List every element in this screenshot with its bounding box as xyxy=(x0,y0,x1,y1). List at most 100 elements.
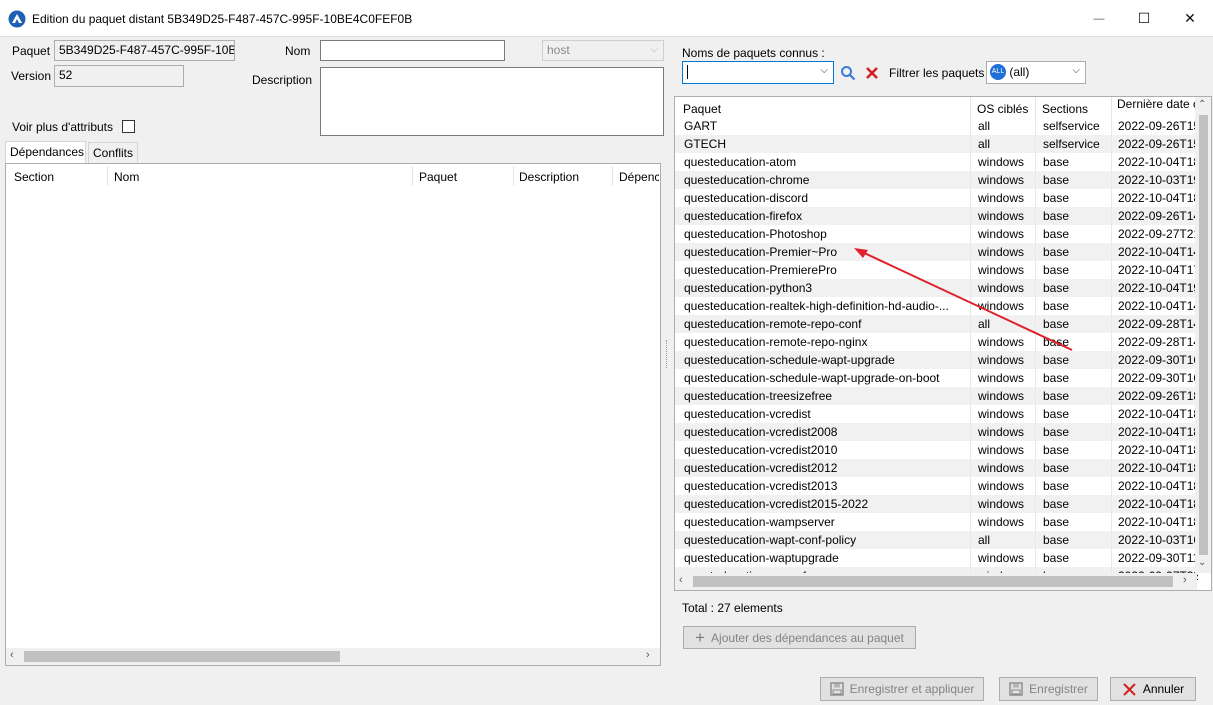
deps-col-paquet[interactable]: Paquet xyxy=(419,170,457,184)
known-col-sections[interactable]: Sections xyxy=(1042,102,1088,116)
deps-scroll-thumb[interactable] xyxy=(24,651,340,662)
row-date: 2022-09-28T14 xyxy=(1118,317,1198,331)
known-vertical-scrollbar[interactable]: ⌃ ⌄ xyxy=(1195,97,1211,573)
deps-col-section[interactable]: Section xyxy=(14,170,54,184)
deps-col-dependance[interactable]: Dépenc xyxy=(619,170,659,184)
filter-value: (all) xyxy=(1009,65,1030,79)
cell-divider xyxy=(1111,153,1112,171)
host-select[interactable]: host ⌵ xyxy=(542,40,664,61)
cancel-button[interactable]: Annuler xyxy=(1110,677,1196,701)
row-section: base xyxy=(1043,425,1070,439)
paquet-field[interactable]: 5B349D25-F487-457C-995F-10BE4 xyxy=(54,40,235,61)
known-col-divider[interactable] xyxy=(970,97,971,119)
scroll-left-icon[interactable]: ‹ xyxy=(10,649,14,661)
deps-col-divider[interactable] xyxy=(412,166,413,186)
table-row[interactable]: questeducation-waptupgrade windows base 202… xyxy=(675,549,1198,567)
known-vscroll-thumb[interactable] xyxy=(1199,115,1208,555)
cell-divider xyxy=(1111,549,1112,567)
minimize-button[interactable]: — xyxy=(1076,0,1122,37)
window-title: Edition du paquet distant 5B349D25-F487-… xyxy=(32,12,413,26)
row-date: 2022-09-26T15 xyxy=(1118,137,1198,151)
table-row[interactable]: questeducation-schedule-wapt-upgrade-on-… xyxy=(675,369,1198,387)
deps-col-divider[interactable] xyxy=(107,166,108,186)
row-date: 2022-10-03T16 xyxy=(1118,533,1198,547)
cell-divider xyxy=(1111,423,1112,441)
deps-col-description[interactable]: Description xyxy=(519,170,579,184)
clear-icon[interactable] xyxy=(865,66,879,80)
table-row[interactable]: questeducation-Photoshop windows base 2022-… xyxy=(675,225,1198,243)
cell-divider xyxy=(1111,531,1112,549)
known-col-divider[interactable] xyxy=(1035,97,1036,119)
table-row[interactable]: GART all selfservice 2022-09-26T15 xyxy=(675,117,1198,135)
deps-horizontal-scrollbar[interactable]: ‹ › xyxy=(6,648,660,665)
table-row[interactable]: questeducation-wapt-conf-policy all base 20… xyxy=(675,531,1198,549)
row-date: 2022-10-04T19 xyxy=(1118,281,1198,295)
version-field[interactable]: 52 xyxy=(54,65,184,87)
known-col-paquet[interactable]: Paquet xyxy=(683,102,721,116)
row-os: windows xyxy=(978,353,1025,367)
row-section: base xyxy=(1043,353,1070,367)
table-row[interactable]: questeducation-treesizefree windows base 20… xyxy=(675,387,1198,405)
scroll-right-icon[interactable]: › xyxy=(646,649,650,661)
row-date: 2022-10-03T19 xyxy=(1118,173,1198,187)
known-horizontal-scrollbar[interactable]: ‹ › xyxy=(675,573,1197,590)
scroll-right-icon[interactable]: › xyxy=(1183,574,1187,586)
tab-dependances[interactable]: Dépendances xyxy=(5,141,86,163)
save-button[interactable]: Enregistrer xyxy=(999,677,1098,701)
scroll-up-icon[interactable]: ⌃ xyxy=(1198,99,1206,110)
row-os: windows xyxy=(978,425,1025,439)
row-section: base xyxy=(1043,515,1070,529)
row-date: 2022-09-26T15 xyxy=(1118,119,1198,133)
known-hscroll-thumb[interactable] xyxy=(693,576,1173,587)
cell-divider xyxy=(1111,495,1112,513)
table-row[interactable]: questeducation-vcredist2010 windows base 20… xyxy=(675,441,1198,459)
row-section: base xyxy=(1043,155,1070,169)
scroll-down-icon[interactable]: ⌄ xyxy=(1198,557,1206,568)
scroll-left-icon[interactable]: ‹ xyxy=(679,574,683,586)
close-window-button[interactable]: ✕ xyxy=(1167,0,1213,37)
table-row[interactable]: GTECH all selfservice 2022-09-26T15 xyxy=(675,135,1198,153)
cell-divider xyxy=(970,135,971,153)
table-row[interactable]: questeducation-vcredist2008 windows base 20… xyxy=(675,423,1198,441)
cancel-label: Annuler xyxy=(1142,682,1185,696)
save-apply-button[interactable]: Enregistrer et appliquer xyxy=(820,677,984,701)
row-date: 2022-10-04T18 xyxy=(1118,479,1198,493)
table-row[interactable]: questeducation-vcredist2013 windows base 20… xyxy=(675,477,1198,495)
known-col-os[interactable]: OS ciblés xyxy=(977,102,1028,116)
table-row[interactable]: questeducation-discord windows base 2022-10… xyxy=(675,189,1198,207)
dependencies-table[interactable]: Section Nom Paquet Description Dépenc ‹ … xyxy=(5,163,661,666)
description-field[interactable] xyxy=(320,67,664,136)
row-paquet: questeducation-discord xyxy=(684,191,809,205)
row-os: windows xyxy=(978,479,1025,493)
more-attrs-checkbox[interactable] xyxy=(122,120,135,133)
table-row[interactable]: questeducation-firefox windows base 2022-09… xyxy=(675,207,1198,225)
row-date: 2022-10-04T18 xyxy=(1118,155,1198,169)
splitter-handle[interactable] xyxy=(666,340,668,368)
table-row[interactable]: questeducation-vcredist windows base 2022-1… xyxy=(675,405,1198,423)
add-dependencies-button[interactable]: + Ajouter des dépendances au paquet xyxy=(683,626,916,649)
cell-divider xyxy=(1111,297,1112,315)
table-row[interactable]: questeducation-chrome windows base 2022-10-… xyxy=(675,171,1198,189)
known-col-date[interactable]: Dernière date c xyxy=(1117,97,1197,111)
deps-col-divider[interactable] xyxy=(612,166,613,186)
table-row[interactable]: questeducation-vcredist2015-2022 windows b… xyxy=(675,495,1198,513)
table-row[interactable]: questeducation-atom windows base 2022-10-04… xyxy=(675,153,1198,171)
known-packages-combo[interactable]: ⌵ xyxy=(682,61,834,84)
search-icon[interactable] xyxy=(840,65,856,81)
table-row[interactable]: questeducation-vcredist2012 windows base 20… xyxy=(675,459,1198,477)
row-os: windows xyxy=(978,191,1025,205)
maximize-button[interactable]: ☐ xyxy=(1121,0,1167,37)
table-row[interactable]: questeducation-wampserver windows base 2022… xyxy=(675,513,1198,531)
chevron-down-icon[interactable]: ⌵ xyxy=(820,65,828,76)
known-col-divider[interactable] xyxy=(1111,97,1112,119)
cell-divider xyxy=(970,531,971,549)
row-section: selfservice xyxy=(1043,119,1100,133)
deps-col-divider[interactable] xyxy=(513,166,514,186)
nom-field[interactable] xyxy=(320,40,505,61)
tab-conflits[interactable]: Conflits xyxy=(88,142,138,163)
deps-col-nom[interactable]: Nom xyxy=(114,170,139,184)
row-date: 2022-09-30T16 xyxy=(1118,353,1198,367)
filter-select[interactable]: ALL (all) ⌵ xyxy=(986,61,1086,84)
cell-divider xyxy=(970,369,971,387)
annotation-arrow xyxy=(854,248,1073,351)
